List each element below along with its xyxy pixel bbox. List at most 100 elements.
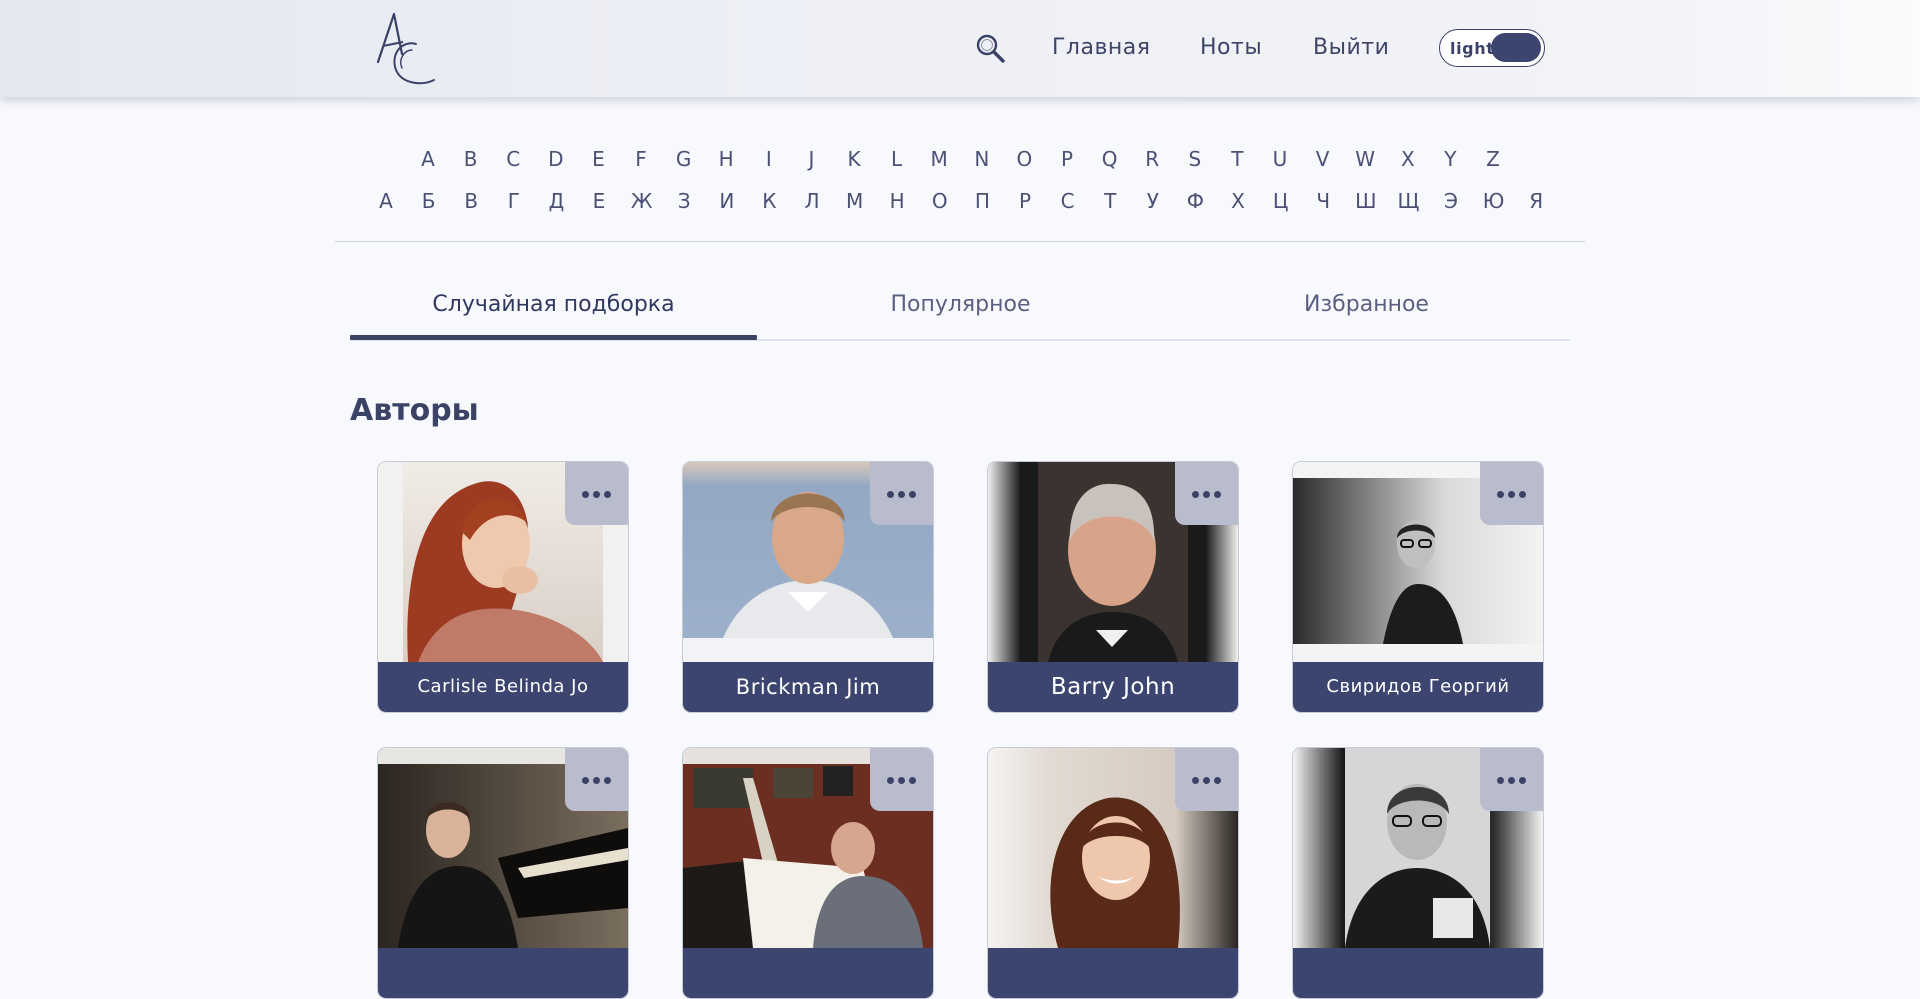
cyrillic-letter-filter[interactable]: А	[371, 188, 401, 214]
author-name: Barry John	[988, 662, 1238, 712]
nav-notes-link[interactable]: Ноты	[1200, 34, 1262, 62]
more-dots-icon	[582, 777, 615, 784]
cyrillic-letter-filter[interactable]: Ф	[1180, 188, 1210, 214]
divider	[335, 241, 1585, 242]
more-options-button[interactable]	[1175, 462, 1238, 525]
latin-letter-filter[interactable]: Q	[1095, 146, 1125, 172]
nav-home-link[interactable]: Главная	[1052, 34, 1151, 62]
more-options-button[interactable]	[565, 462, 628, 525]
latin-letter-filter[interactable]: B	[456, 146, 486, 172]
latin-letter-filter[interactable]: V	[1308, 146, 1338, 172]
author-card[interactable]	[682, 747, 934, 999]
cyrillic-letter-filter[interactable]: С	[1053, 188, 1083, 214]
author-name	[988, 948, 1238, 998]
more-options-button[interactable]	[870, 462, 933, 525]
cyrillic-letter-filter[interactable]: М	[840, 188, 870, 214]
author-name: Свиридов Георгий	[1293, 662, 1543, 712]
header: Главная Ноты Выйти light	[0, 0, 1920, 97]
latin-letter-filter[interactable]: N	[967, 146, 997, 172]
nav-logout-link[interactable]: Выйти	[1313, 34, 1389, 62]
cyrillic-letter-filter[interactable]: Н	[882, 188, 912, 214]
author-card[interactable]	[1292, 747, 1544, 999]
latin-letter-filter[interactable]: J	[796, 146, 826, 172]
cyrillic-letter-filter[interactable]: Б	[414, 188, 444, 214]
author-card[interactable]: Свиридов Георгий	[1292, 461, 1544, 713]
more-dots-icon	[1192, 777, 1225, 784]
latin-letter-filter[interactable]: K	[839, 146, 869, 172]
more-dots-icon	[1497, 491, 1530, 498]
latin-letter-filter[interactable]: W	[1350, 146, 1380, 172]
theme-toggle-knob	[1491, 33, 1541, 62]
cyrillic-letter-filter[interactable]: Л	[797, 188, 827, 214]
author-name	[378, 948, 628, 998]
cyrillic-letter-filter[interactable]: Я	[1521, 188, 1551, 214]
tab-favorites[interactable]: Избранное	[1163, 290, 1570, 320]
tab-random-selection[interactable]: Случайная подборка	[350, 290, 757, 320]
latin-letter-filter[interactable]: U	[1265, 146, 1295, 172]
latin-letter-filter[interactable]: F	[626, 146, 656, 172]
latin-letter-filter[interactable]: Y	[1435, 146, 1465, 172]
cyrillic-letter-filter[interactable]: Ш	[1351, 188, 1381, 214]
cyrillic-letter-filter[interactable]: Ч	[1308, 188, 1338, 214]
author-card[interactable]: Barry John	[987, 461, 1239, 713]
author-card[interactable]: Carlisle Belinda Jo	[377, 461, 629, 713]
cyrillic-letter-filter[interactable]: Х	[1223, 188, 1253, 214]
latin-letter-filter[interactable]: A	[413, 146, 443, 172]
more-dots-icon	[1497, 777, 1530, 784]
cyrillic-letter-filter[interactable]: О	[925, 188, 955, 214]
tab-popular[interactable]: Популярное	[757, 290, 1164, 320]
more-options-button[interactable]	[1480, 748, 1543, 811]
latin-letter-filter[interactable]: O	[1009, 146, 1039, 172]
cyrillic-letter-filter[interactable]: Щ	[1393, 188, 1423, 214]
latin-letter-filter[interactable]: D	[541, 146, 571, 172]
cyrillic-alphabet-filter: АБВГДЕЖЗИКЛМНОПРСТУФХЦЧШЩЭЮЯ	[0, 188, 1920, 214]
cyrillic-letter-filter[interactable]: В	[456, 188, 486, 214]
author-name: Carlisle Belinda Jo	[378, 662, 628, 712]
cyrillic-letter-filter[interactable]: Е	[584, 188, 614, 214]
latin-letter-filter[interactable]: X	[1393, 146, 1423, 172]
cyrillic-letter-filter[interactable]: Ц	[1266, 188, 1296, 214]
cyrillic-letter-filter[interactable]: Ю	[1479, 188, 1509, 214]
latin-letter-filter[interactable]: Z	[1478, 146, 1508, 172]
theme-toggle[interactable]: light	[1439, 29, 1545, 67]
cyrillic-letter-filter[interactable]: Ж	[627, 188, 657, 214]
cyrillic-letter-filter[interactable]: К	[754, 188, 784, 214]
more-options-button[interactable]	[870, 748, 933, 811]
latin-letter-filter[interactable]: R	[1137, 146, 1167, 172]
author-card[interactable]	[987, 747, 1239, 999]
latin-letter-filter[interactable]: I	[754, 146, 784, 172]
cyrillic-letter-filter[interactable]: Э	[1436, 188, 1466, 214]
cyrillic-letter-filter[interactable]: П	[967, 188, 997, 214]
more-options-button[interactable]	[565, 748, 628, 811]
more-options-button[interactable]	[1175, 748, 1238, 811]
latin-alphabet-filter: ABCDEFGHIJKLMNOPQRSTUVWXYZ	[0, 146, 1920, 172]
latin-letter-filter[interactable]: S	[1180, 146, 1210, 172]
more-dots-icon	[1192, 491, 1225, 498]
cyrillic-letter-filter[interactable]: Т	[1095, 188, 1125, 214]
latin-letter-filter[interactable]: L	[882, 146, 912, 172]
latin-letter-filter[interactable]: E	[583, 146, 613, 172]
more-dots-icon	[887, 777, 920, 784]
theme-toggle-label: light	[1450, 39, 1495, 58]
latin-letter-filter[interactable]: M	[924, 146, 954, 172]
active-tab-indicator	[350, 335, 757, 340]
latin-letter-filter[interactable]: G	[669, 146, 699, 172]
cyrillic-letter-filter[interactable]: Р	[1010, 188, 1040, 214]
cyrillic-letter-filter[interactable]: З	[669, 188, 699, 214]
cyrillic-letter-filter[interactable]: Г	[499, 188, 529, 214]
cyrillic-letter-filter[interactable]: И	[712, 188, 742, 214]
author-name	[1293, 948, 1543, 998]
search-icon[interactable]	[974, 32, 1006, 64]
more-options-button[interactable]	[1480, 462, 1543, 525]
latin-letter-filter[interactable]: C	[498, 146, 528, 172]
author-name	[683, 948, 933, 998]
latin-letter-filter[interactable]: H	[711, 146, 741, 172]
logo-icon[interactable]	[372, 10, 438, 86]
latin-letter-filter[interactable]: P	[1052, 146, 1082, 172]
author-card[interactable]: Brickman Jim	[682, 461, 934, 713]
cyrillic-letter-filter[interactable]: Д	[541, 188, 571, 214]
author-card[interactable]	[377, 747, 629, 999]
section-title: Авторы	[350, 393, 479, 428]
latin-letter-filter[interactable]: T	[1222, 146, 1252, 172]
cyrillic-letter-filter[interactable]: У	[1138, 188, 1168, 214]
